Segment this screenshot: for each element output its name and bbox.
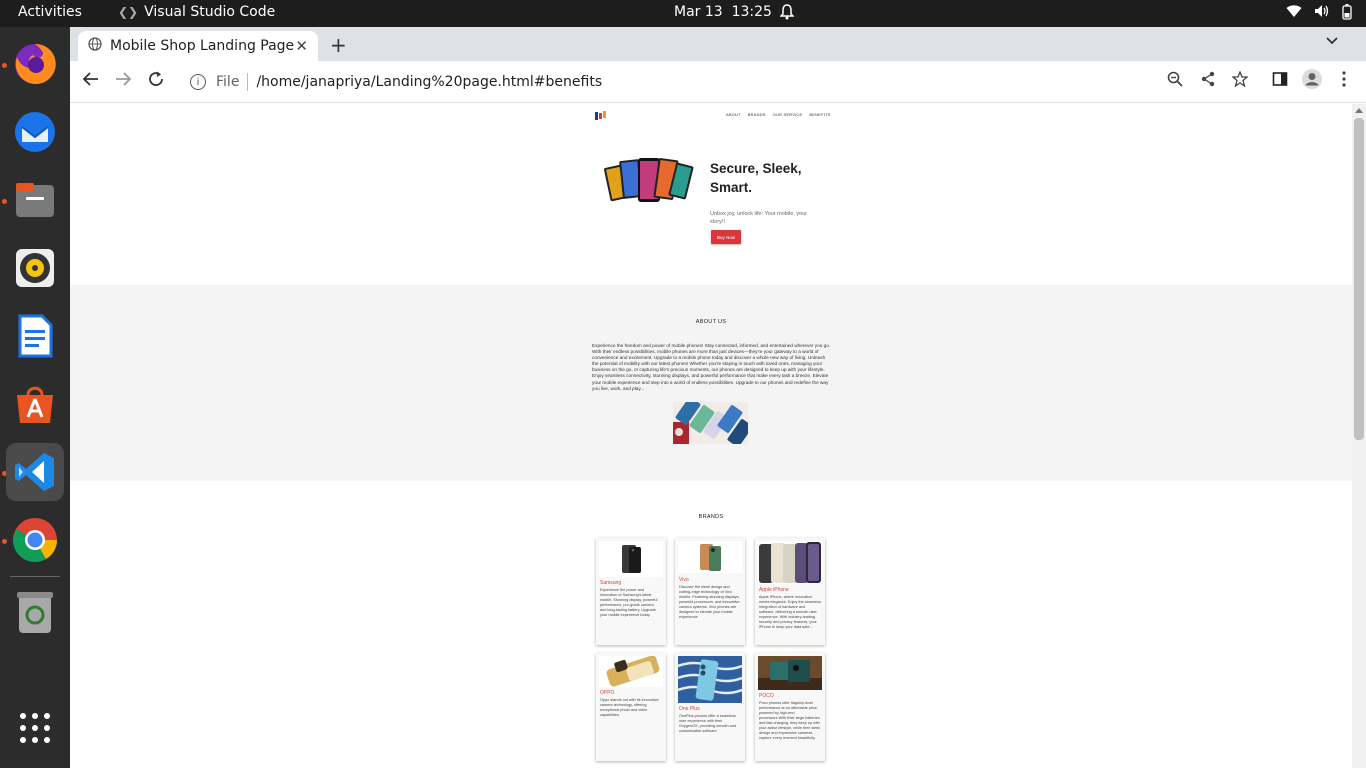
scrollbar-thumb[interactable]	[1354, 118, 1364, 440]
rhythmbox-icon[interactable]	[6, 239, 64, 297]
back-arrow-icon[interactable]	[82, 70, 100, 93]
brand-card-poco[interactable]: POCO Poco phones offer flagship-level pe…	[755, 653, 825, 761]
scheme-label: File	[216, 74, 240, 90]
dock	[0, 27, 70, 768]
chrome-icon[interactable]	[6, 511, 64, 569]
brand-description: Apple iPhone, where innovation meets ele…	[759, 595, 821, 629]
system-top-bar: Activities ❮❯ Visual Studio Code Mar 13 …	[0, 0, 1366, 27]
vivo-phone-image	[678, 541, 742, 573]
brand-description: Oppo stands out with its innovative came…	[600, 698, 659, 717]
app-name-label: Visual Studio Code	[144, 4, 276, 20]
page-viewport: ABOUT BRANDS OUR SERVICE BENEFITS Secure…	[70, 104, 1352, 768]
poco-phone-image	[758, 656, 822, 690]
brand-description: OnePlus phones offer a seamless user exp…	[679, 714, 736, 733]
site-logo-icon[interactable]	[594, 108, 608, 120]
tab-title: Mobile Shop Landing Page	[110, 38, 295, 54]
omnibox-divider	[247, 73, 249, 91]
profile-avatar-icon[interactable]	[1302, 69, 1322, 93]
brand-name: One Plus	[679, 706, 700, 712]
activities-button[interactable]: Activities	[18, 4, 82, 20]
tab-search-chevron-icon[interactable]	[1326, 33, 1338, 49]
oneplus-phone-image	[677, 656, 743, 703]
brand-card-apple-iphone[interactable]: Apple iPhone Apple iPhone, where innovat…	[755, 538, 825, 645]
brand-card-vivo[interactable]: Vivo Discover the sleek design and cutti…	[675, 538, 745, 645]
samsung-phone-image	[599, 541, 663, 577]
firefox-icon[interactable]	[6, 35, 64, 93]
scroll-up-arrow-icon[interactable]	[1355, 108, 1363, 113]
brand-name: Vivo	[679, 577, 689, 583]
nav-link-our-service[interactable]: OUR SERVICE	[773, 112, 803, 117]
iphone-image	[758, 541, 822, 584]
clock-time: 13:25	[731, 4, 772, 20]
brands-section: BRANDS Samsung Experience the power and …	[70, 481, 1352, 768]
hero-phones-image	[604, 154, 696, 210]
volume-icon	[1314, 4, 1330, 24]
reload-icon[interactable]	[147, 70, 165, 93]
system-status-area[interactable]	[1286, 4, 1352, 24]
bookmark-star-icon[interactable]	[1231, 70, 1249, 91]
share-icon[interactable]	[1200, 71, 1216, 91]
nav-link-about[interactable]: ABOUT	[726, 112, 741, 117]
oppo-phone-image	[599, 655, 663, 687]
about-text: Experience the freedom and power of mobi…	[592, 343, 831, 391]
close-tab-icon[interactable]: ✕	[295, 37, 308, 55]
files-icon[interactable]	[6, 171, 64, 229]
about-title: ABOUT US	[695, 319, 727, 325]
browser-tab-strip: Mobile Shop Landing Page ✕ +	[70, 27, 1366, 61]
app-grid-icon[interactable]	[6, 699, 64, 757]
brand-name: OPPO	[600, 690, 615, 696]
brand-description: Experience the power and innovation of S…	[600, 588, 658, 617]
side-panel-icon[interactable]	[1272, 71, 1288, 91]
globe-icon	[88, 37, 102, 55]
vscode-icon[interactable]	[6, 443, 64, 501]
wifi-icon	[1286, 4, 1302, 24]
brand-card-samsung[interactable]: Samsung Experience the power and innovat…	[596, 538, 666, 645]
brand-description: Discover the sleek design and cutting-ed…	[679, 585, 740, 619]
hero-title: Secure, Sleek, Smart.	[710, 161, 802, 195]
brand-description: Poco phones offer flagship-level perform…	[759, 701, 821, 740]
hero-section: Secure, Sleek, Smart. Unbox joy, unlock …	[70, 124, 1352, 285]
hero-subtitle: Unbox joy, unlock life: Your mobile, you…	[710, 211, 808, 225]
vscode-small-icon: ❮❯	[118, 5, 139, 19]
page-scrollbar[interactable]	[1352, 104, 1366, 768]
app-center-icon[interactable]	[6, 375, 64, 433]
brands-title: BRANDS	[698, 514, 724, 520]
browser-toolbar: i File /home/janapriya/Landing%20page.ht…	[70, 61, 1366, 103]
brand-card-one-plus[interactable]: One Plus OnePlus phones offer a seamless…	[675, 653, 745, 761]
about-phones-image	[673, 397, 753, 447]
notification-bell-icon	[779, 4, 795, 24]
brand-name: Apple iPhone	[759, 587, 789, 593]
clock-date: Mar 13	[674, 4, 723, 20]
zoom-icon[interactable]	[1167, 71, 1183, 91]
brand-card-oppo[interactable]: OPPO Oppo stands out with its innovative…	[596, 653, 666, 761]
new-tab-icon[interactable]: +	[330, 33, 347, 57]
info-icon[interactable]: i	[190, 74, 206, 90]
site-navbar: ABOUT BRANDS OUR SERVICE BENEFITS	[70, 104, 1352, 124]
kebab-menu-icon[interactable]	[1342, 71, 1346, 91]
url-text[interactable]: /home/janapriya/Landing%20page.html#bene…	[256, 74, 602, 90]
trash-icon[interactable]	[6, 583, 64, 641]
clock[interactable]: Mar 13 13:25	[674, 4, 772, 20]
nav-link-benefits[interactable]: BENEFITS	[809, 112, 830, 117]
thunderbird-icon[interactable]	[6, 103, 64, 161]
address-bar[interactable]: i File /home/janapriya/Landing%20page.ht…	[178, 66, 1228, 98]
forward-arrow-icon[interactable]	[114, 70, 132, 93]
browser-tab[interactable]: Mobile Shop Landing Page ✕	[78, 31, 318, 61]
nav-link-brands[interactable]: BRANDS	[748, 112, 766, 117]
brand-name: POCO	[759, 693, 774, 699]
libreoffice-writer-icon[interactable]	[6, 307, 64, 365]
dock-separator	[10, 576, 60, 577]
app-menu[interactable]: ❮❯ Visual Studio Code	[118, 4, 275, 20]
battery-icon	[1342, 4, 1352, 24]
about-section: ABOUT US Experience the freedom and powe…	[70, 285, 1352, 481]
brand-name: Samsung	[600, 580, 622, 586]
site-nav-links: ABOUT BRANDS OUR SERVICE BENEFITS	[726, 112, 831, 117]
buy-now-button[interactable]: Buy Now	[711, 230, 741, 244]
